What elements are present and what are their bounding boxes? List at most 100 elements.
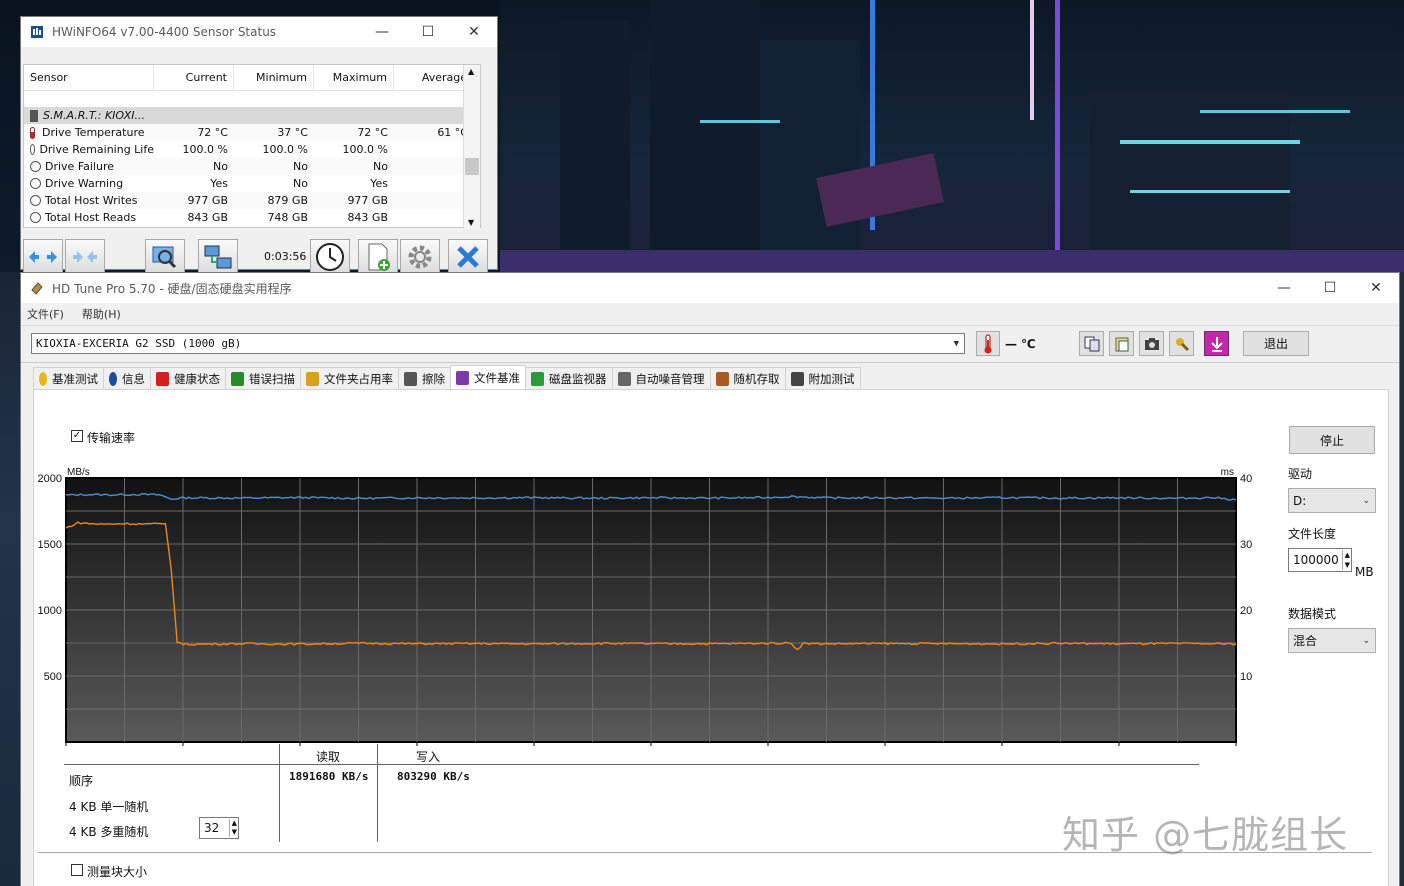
tab-label: 健康状态	[174, 371, 220, 386]
sensor-value-cur: 843 GB	[187, 211, 228, 224]
tab-8[interactable]: 自动噪音管理	[611, 367, 711, 389]
drive-letter-select[interactable]: D: ⌄	[1288, 488, 1376, 513]
queue-depth-spinner[interactable]: 32 ▲ ▼	[199, 817, 239, 839]
report-button[interactable]	[145, 239, 185, 275]
data-mode-select[interactable]: 混合 ⌄	[1288, 628, 1376, 653]
drive-select[interactable]: KIOXIA-EXCERIA G2 SSD (1000 gB) ▼	[31, 333, 965, 354]
clock-button[interactable]	[310, 239, 350, 275]
scroll-up-arrow[interactable]: ▲	[468, 67, 474, 76]
close-button[interactable]: ✕	[1353, 273, 1399, 303]
tab-label: 信息	[122, 371, 145, 386]
menu-file[interactable]: 文件(F)	[27, 306, 64, 322]
file-length-input[interactable]: 100000 ▲ ▼	[1288, 548, 1352, 572]
screenshot-button[interactable]	[1139, 331, 1164, 356]
paste-button[interactable]	[1109, 331, 1134, 356]
tab-label: 随机存取	[733, 371, 780, 386]
column-header[interactable]: Current	[154, 65, 234, 91]
sensor-row[interactable]: Drive Temperature 72 °C 37 °C 72 °C 61 °C	[24, 124, 480, 141]
tab-2[interactable]: 健康状态	[150, 367, 226, 389]
folder-icon	[306, 371, 319, 386]
y2-tick-label: 30	[1240, 539, 1252, 551]
hdtune-titlebar[interactable]: HD Tune Pro 5.70 - 硬盘/固态硬盘实用程序 — ☐ ✕	[21, 273, 1399, 303]
column-header[interactable]: Minimum	[234, 65, 314, 91]
menu-help[interactable]: 帮助(H)	[82, 306, 121, 322]
spinner-arrows-icon[interactable]: ▲ ▼	[228, 819, 237, 837]
close-button[interactable]: ✕	[451, 17, 497, 47]
exit-button[interactable]: 退出	[1243, 331, 1309, 356]
sensor-row[interactable]: Drive Warning Yes No Yes	[24, 175, 480, 192]
collapse-button[interactable]	[65, 239, 105, 275]
y-tick-label: 500	[44, 671, 62, 683]
speaker-icon	[617, 371, 631, 386]
spinner-arrows-icon[interactable]: ▲ ▼	[1341, 550, 1350, 570]
sensor-row[interactable]: Drive Remaining Life 100.0 % 100.0 % 100.0 …	[24, 141, 480, 158]
clipboard-icon	[1115, 337, 1128, 351]
sensor-value-max: Yes	[370, 177, 388, 190]
data-mode-value: 混合	[1293, 634, 1318, 648]
drive-icon	[30, 109, 38, 122]
column-header[interactable]: Maximum	[314, 65, 394, 91]
clock-icon	[316, 243, 344, 271]
hdtune-app-icon	[31, 282, 43, 295]
chevron-down-icon: ⌄	[1362, 495, 1370, 506]
gauge-icon	[30, 161, 41, 172]
sensor-row[interactable]: Drive Failure No No No	[24, 158, 480, 175]
scroll-thumb[interactable]	[465, 158, 479, 175]
column-header[interactable]: Average	[394, 65, 474, 91]
hwinfo-titlebar[interactable]: HWiNFO64 v7.00-4400 Sensor Status — ☐ ✕	[21, 17, 497, 47]
column-header[interactable]: Sensor	[24, 65, 154, 91]
sensor-row[interactable]: Total Host Reads 843 GB 748 GB 843 GB	[24, 209, 480, 226]
group-label: S.M.A.R.T.: KIOXI...	[43, 109, 146, 122]
temperature-button[interactable]	[976, 331, 1000, 356]
tab-label: 附加测试	[808, 371, 855, 386]
wrench-icon	[1175, 337, 1189, 351]
tab-0[interactable]: 基准测试	[33, 367, 104, 389]
tab-4[interactable]: 文件夹占用率	[300, 367, 399, 389]
download-arrow-icon	[1210, 336, 1223, 352]
magnifier-icon	[231, 371, 244, 386]
copy-button[interactable]	[1079, 331, 1104, 356]
sensor-value-min: 37 °C	[277, 126, 308, 139]
vertical-scrollbar[interactable]: ▲ ▼	[463, 65, 480, 229]
scroll-down-arrow[interactable]: ▼	[468, 218, 474, 227]
y-tick-label: 1000	[38, 605, 62, 617]
tab-label: 擦除	[422, 371, 445, 386]
log-button[interactable]	[358, 239, 398, 275]
file-length-unit: MB	[1355, 565, 1374, 579]
results-divider	[64, 764, 1199, 765]
tab-10[interactable]: 附加测试	[784, 367, 861, 389]
maximize-button[interactable]: ☐	[1307, 273, 1353, 303]
tab-3[interactable]: 错误扫描	[225, 367, 301, 389]
hdtune-window: HD Tune Pro 5.70 - 硬盘/固态硬盘实用程序 — ☐ ✕ 文件(…	[20, 272, 1400, 886]
data-mode-label: 数据模式	[1288, 607, 1337, 621]
trash-icon	[404, 371, 417, 386]
block-size-checkbox[interactable]	[71, 864, 83, 876]
y2-tick-label: 40	[1240, 473, 1252, 485]
sensor-value-min: 100.0 %	[262, 143, 308, 156]
minimize-button[interactable]: —	[1261, 273, 1307, 303]
sensor-group-row[interactable]: S.M.A.R.T.: KIOXI...	[24, 107, 480, 124]
tab-6[interactable]: 文件基准	[450, 365, 526, 389]
options-button[interactable]	[1169, 331, 1194, 356]
minimize-button[interactable]: —	[359, 17, 405, 47]
tab-7[interactable]: 磁盘监视器	[525, 367, 613, 389]
stop-button[interactable]: 停止	[1289, 426, 1375, 454]
settings-button[interactable]	[400, 239, 440, 275]
sequential-label: 顺序	[69, 774, 94, 788]
network-button[interactable]	[198, 239, 238, 275]
sensor-row[interactable]: Total Host Writes 977 GB 879 GB 977 GB	[24, 192, 480, 209]
tab-9[interactable]: 随机存取	[709, 367, 786, 389]
toolbar: KIOXIA-EXCERIA G2 SSD (1000 gB) ▼ — ℃ 退出	[21, 325, 1399, 363]
save-button[interactable]	[1204, 331, 1229, 356]
gauge-icon	[30, 195, 41, 206]
sensor-name: Drive Temperature	[42, 126, 145, 139]
maximize-button[interactable]: ☐	[405, 17, 451, 47]
tab-5[interactable]: 擦除	[398, 367, 451, 389]
close-sensors-button[interactable]	[448, 239, 488, 275]
transfer-rate-checkbox[interactable]: ✓	[71, 430, 83, 442]
file-length-label: 文件长度	[1288, 527, 1337, 541]
tab-1[interactable]: 信息	[103, 367, 151, 389]
arrows-out-icon	[29, 251, 57, 263]
expand-button[interactable]	[23, 239, 63, 275]
lightbulb-icon	[39, 371, 47, 386]
